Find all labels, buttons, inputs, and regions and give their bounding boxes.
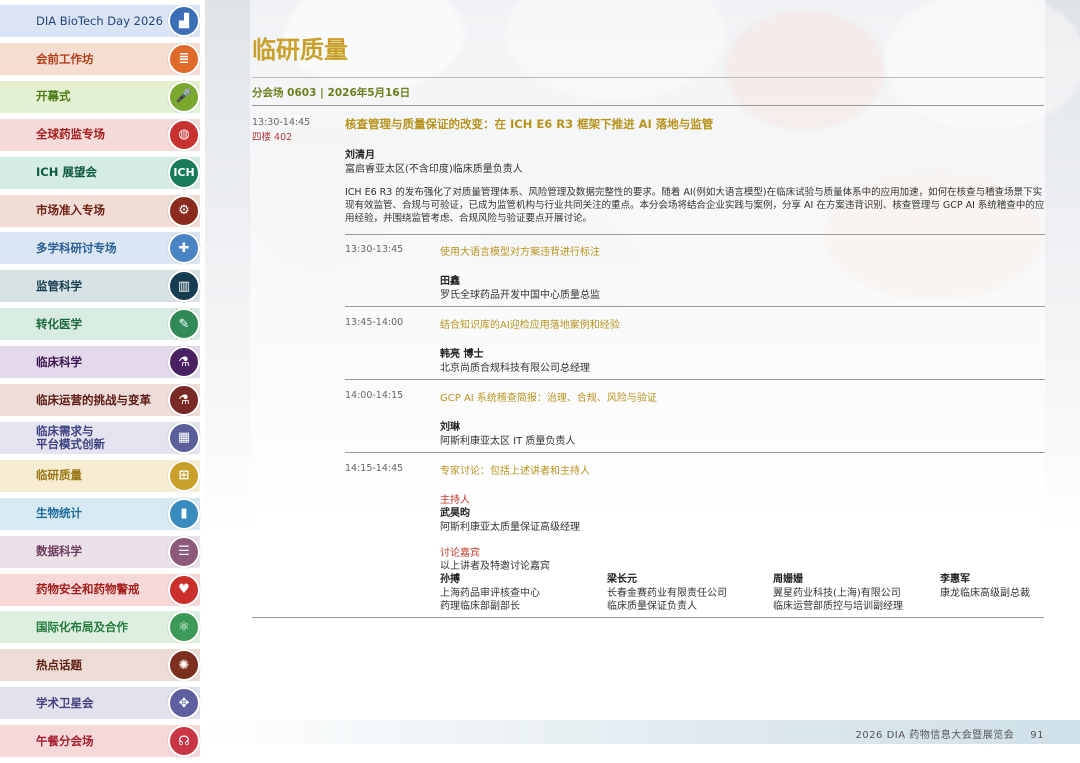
guest-name: 梁长元 <box>607 574 637 585</box>
sidebar-item[interactable]: 午餐分会场 ☊ <box>0 725 200 758</box>
guest-title: 临床质量保证负责人 <box>607 601 697 612</box>
ich-icon: ICH <box>168 156 200 189</box>
headset-icon: ☊ <box>168 725 200 758</box>
bar-chart-icon: ▟ <box>168 5 200 37</box>
divider <box>345 234 1045 235</box>
medkit-icon: ✚ <box>168 232 200 265</box>
server-icon: ☰ <box>168 535 200 568</box>
page-number: 91 <box>1030 730 1044 741</box>
subtalk-title: 使用大语言模型对方案违背进行标注 <box>440 247 600 258</box>
sidebar-item[interactable]: 药物安全和药物警戒 ♥ <box>0 573 200 606</box>
page-footer: 2026 DIA 药物信息大会暨展览会 91 <box>855 726 1044 741</box>
speaker-affiliation: 阿斯利康亚太区 IT 质量负责人 <box>440 436 576 447</box>
sidebar-item[interactable]: 临床科学 ⚗ <box>0 346 200 379</box>
panel-time: 14:15-14:45 <box>345 463 404 474</box>
sidebar-item[interactable]: 国际化布局及合作 ⚛ <box>0 611 200 644</box>
speaker-affiliation: 富启睿亚太区(不含印度)临床质量负责人 <box>345 164 523 175</box>
sidebar-item[interactable]: 开幕式 🎤 <box>0 80 200 113</box>
guest-name: 孙搏 <box>440 574 460 585</box>
divider <box>252 617 1044 618</box>
sidebar-item[interactable]: 临床运营的挑战与变革 ⚗ <box>0 384 200 416</box>
subtalk-time: 14:00-14:15 <box>345 390 404 401</box>
globe-icon: ◍ <box>168 118 200 151</box>
sidebar-item[interactable]: 市场准入专场 ⚙ <box>0 194 200 227</box>
microscope-icon: ⚗ <box>168 346 200 379</box>
host-name: 武昊昀 <box>440 508 470 519</box>
sidebar-item[interactable]: 临研质量 ⊞ <box>0 459 200 492</box>
sidebar-item[interactable]: 全球药监专场 ◍ <box>0 118 200 151</box>
speaker-name: 田鑫 <box>440 276 460 287</box>
guest-title: 药理临床部副部长 <box>440 601 520 612</box>
flask-icon: ⚗ <box>168 384 200 416</box>
divider <box>252 77 1044 78</box>
divider <box>345 379 1045 380</box>
divider <box>345 452 1045 453</box>
compass-icon: ✥ <box>168 687 200 720</box>
subtalk-time: 13:30-13:45 <box>345 244 404 255</box>
guest-name: 李惠军 <box>940 574 970 585</box>
guest-title: 临床运营部质控与培训副经理 <box>773 601 903 612</box>
library-icon: ▥ <box>168 270 200 303</box>
guest-affiliation: 康龙临床高级副总裁 <box>940 588 1030 599</box>
pencil-icon: ✎ <box>168 308 200 341</box>
talk-title: 核查管理与质量保证的改变：在 ICH E6 R3 框架下推进 AI 落地与监管 <box>345 117 714 131</box>
subtalk-title: 结合知识库的AI迎检应用落地案例和经验 <box>440 320 620 331</box>
sidebar-item[interactable]: 转化医学 ✎ <box>0 308 200 341</box>
sidebar-item[interactable]: DIA BioTech Day 2026 ▟ <box>0 5 200 37</box>
host-affiliation: 阿斯利康亚太质量保证高级经理 <box>440 522 580 533</box>
sidebar-item[interactable]: 生物统计 ▮ <box>0 497 200 530</box>
divider <box>252 105 1044 106</box>
panel-title: 专家讨论：包括上述讲者和主持人 <box>440 466 590 477</box>
sidebar-item[interactable]: 数据科学 ☰ <box>0 535 200 568</box>
subtalk-title: GCP AI 系统稽查简报：治理、合规、风险与验证 <box>440 393 657 404</box>
speaker-affiliation: 罗氏全球药品开发中国中心质量总监 <box>440 290 600 301</box>
footer-text: 2026 DIA 药物信息大会暨展览会 <box>855 730 1015 741</box>
microphone-icon: 🎤 <box>168 80 200 113</box>
talk-time: 13:30-14:45 <box>252 117 311 128</box>
sidebar-item[interactable]: 临床需求与 平台模式创新 ▦ <box>0 421 200 454</box>
guest-name: 周姗姗 <box>773 574 803 585</box>
page-title: 临研质量 <box>252 36 348 64</box>
sidebar-item[interactable]: 监管科学 ▥ <box>0 270 200 303</box>
subtalk-time: 13:45-14:00 <box>345 317 404 328</box>
talk-room: 四楼 402 <box>252 132 293 143</box>
divider <box>345 306 1045 307</box>
building-icon: ▦ <box>168 421 200 454</box>
atom-icon: ⚛ <box>168 611 200 644</box>
sidebar-item[interactable]: 多学科研讨专场 ✚ <box>0 232 200 265</box>
org-chart-icon: ⊞ <box>168 459 200 492</box>
sidebar-item[interactable]: 会前工作坊 ≣ <box>0 42 200 75</box>
speaker-name: 刘清月 <box>345 150 375 161</box>
books-icon: ≣ <box>168 42 200 75</box>
sidebar-item[interactable]: ICH 展望会 ICH <box>0 156 200 189</box>
sidebar-item[interactable]: 学术卫星会 ✥ <box>0 687 200 720</box>
bar-graph-icon: ▮ <box>168 497 200 530</box>
sidebar-item[interactable]: 热点话题 ✺ <box>0 649 200 682</box>
heart-pulse-icon: ♥ <box>168 573 200 606</box>
speaker-name: 刘琳 <box>440 422 460 433</box>
sun-icon: ✺ <box>168 649 200 682</box>
speaker-name: 韩亮 博士 <box>440 349 484 360</box>
content-panel <box>250 0 1045 763</box>
session-header: 分会场 0603 | 2026年5月16日 <box>252 87 411 99</box>
speaker-affiliation: 北京尚质合规科技有限公司总经理 <box>440 363 590 374</box>
gear-icon: ⚙ <box>168 194 200 227</box>
session-description: ICH E6 R3 的发布强化了对质量管理体系、风险管理及数据完整性的要求。随着… <box>345 187 1045 224</box>
